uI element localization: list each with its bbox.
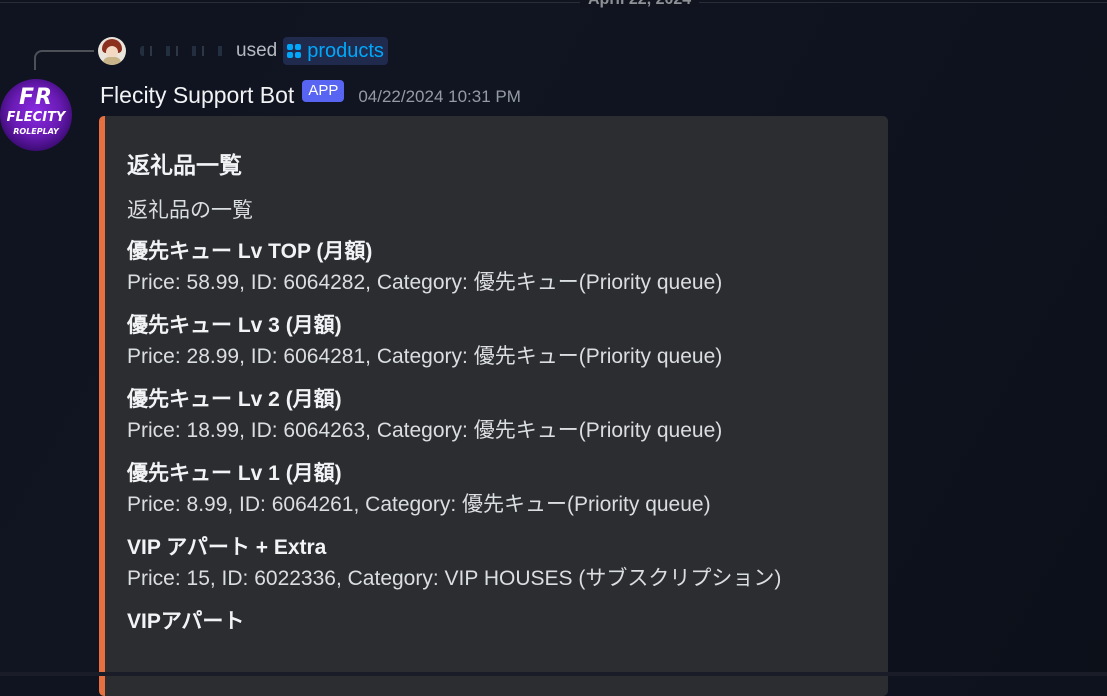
date-divider-line	[0, 2, 1107, 3]
embed-field: 優先キュー Lv 3 (月額) Price: 28.99, ID: 606428…	[127, 312, 866, 374]
user-avatar[interactable]	[98, 37, 126, 65]
redacted-username[interactable]	[140, 46, 226, 56]
command-reply-context: used products	[98, 36, 388, 66]
field-value: Price: 15, ID: 6022336, Category: VIP HO…	[127, 567, 782, 590]
field-name: VIPアパート	[127, 610, 245, 633]
date-divider-label: April 22, 2024	[580, 0, 700, 9]
embed-card: 返礼品一覧 返礼品の一覧 優先キュー Lv TOP (月額) Price: 58…	[99, 116, 888, 696]
author-name[interactable]: Flecity Support Bot	[100, 82, 294, 109]
field-value: Price: 58.99, ID: 6064282, Category: 優先キ…	[127, 271, 723, 294]
message-header: Flecity Support Bot APP 04/22/2024 10:31…	[100, 79, 521, 111]
avatar-logo-fr: FR	[19, 85, 53, 110]
command-name: products	[307, 39, 384, 62]
avatar-logo-roleplay: ROLEPLAY	[13, 127, 59, 136]
embed-title: 返礼品一覧	[127, 152, 242, 178]
message-timestamp[interactable]: 04/22/2024 10:31 PM	[358, 87, 521, 107]
app-command-icon	[287, 44, 302, 58]
field-value: Price: 18.99, ID: 6064263, Category: 優先キ…	[127, 419, 723, 442]
date-divider: April 22, 2024	[0, 0, 1107, 10]
bot-avatar[interactable]: FR FLECITY ROLEPLAY	[0, 79, 72, 151]
embed-field: VIPアパート	[127, 608, 866, 636]
embed-description: 返礼品の一覧	[127, 199, 253, 222]
reply-spine	[34, 50, 94, 70]
embed-field: 優先キュー Lv 1 (月額) Price: 8.99, ID: 6064261…	[127, 460, 866, 522]
slash-command-link[interactable]: products	[283, 37, 388, 65]
field-value: Price: 8.99, ID: 6064261, Category: 優先キュ…	[127, 493, 711, 516]
app-badge: APP	[302, 80, 345, 102]
bottom-edge	[0, 672, 1107, 676]
embed-field: 優先キュー Lv TOP (月額) Price: 58.99, ID: 6064…	[127, 238, 866, 300]
field-name: 優先キュー Lv 1 (月額)	[127, 462, 342, 485]
field-name: 優先キュー Lv 3 (月額)	[127, 314, 342, 337]
field-name: 優先キュー Lv 2 (月額)	[127, 388, 342, 411]
field-name: 優先キュー Lv TOP (月額)	[127, 240, 373, 263]
used-label: used	[236, 40, 278, 61]
embed-field: 優先キュー Lv 2 (月額) Price: 18.99, ID: 606426…	[127, 386, 866, 448]
field-value: Price: 28.99, ID: 6064281, Category: 優先キ…	[127, 345, 723, 368]
embed-field: VIP アパート + Extra Price: 15, ID: 6022336,…	[127, 534, 866, 596]
field-name: VIP アパート + Extra	[127, 536, 327, 559]
avatar-logo-flecity: FLECITY	[6, 110, 66, 125]
